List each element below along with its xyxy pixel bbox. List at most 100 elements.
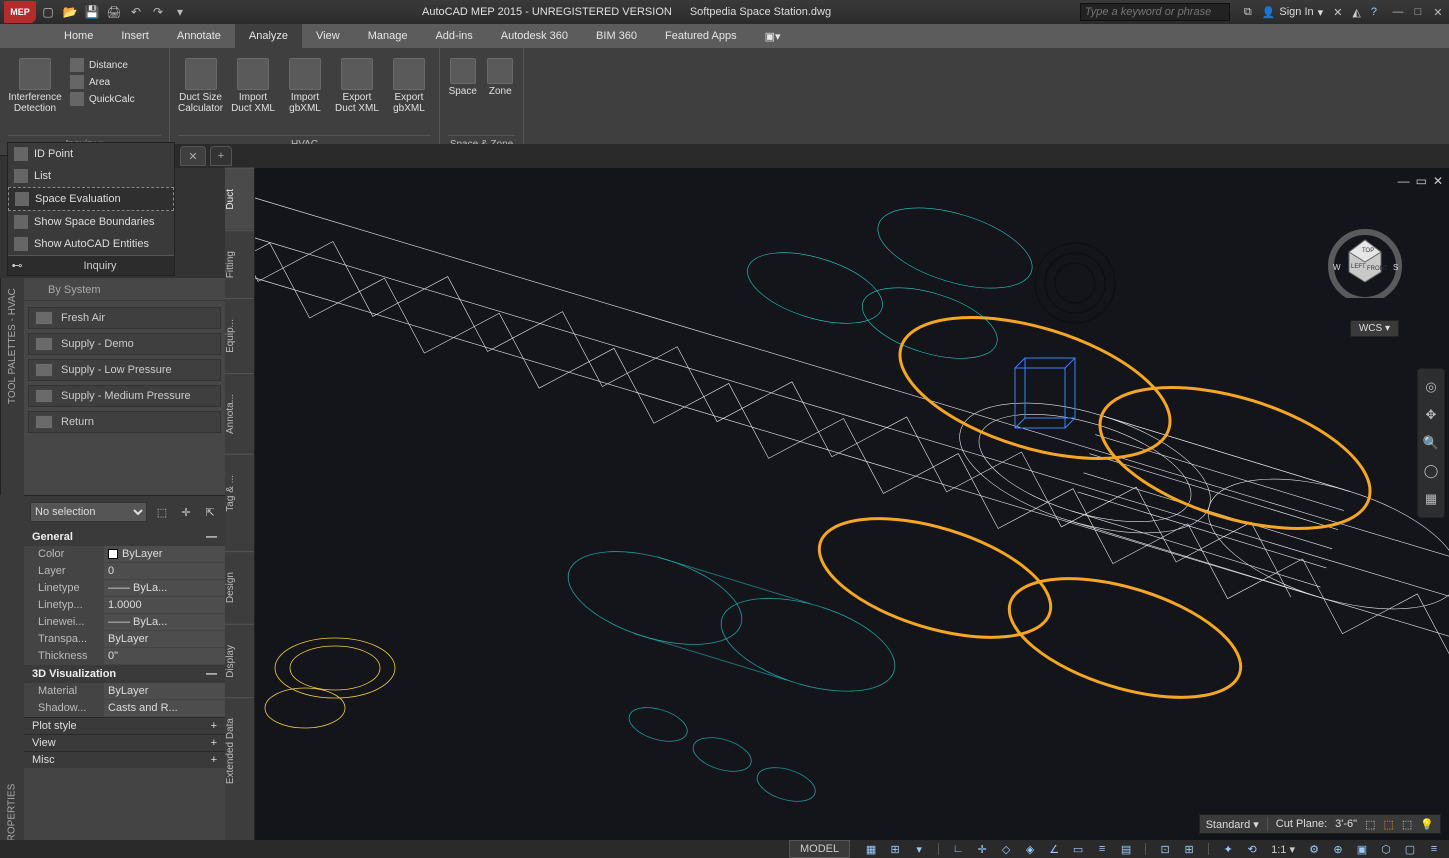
print-icon[interactable]: 🖨 <box>106 4 122 20</box>
prop-linetype-value[interactable]: —— ByLa... <box>104 580 225 597</box>
ptab-design[interactable]: Design <box>225 551 254 623</box>
distance-button[interactable]: Distance <box>70 58 135 72</box>
ptab-duct[interactable]: Duct <box>225 168 254 230</box>
pan-icon[interactable]: ✥ <box>1421 405 1441 425</box>
tp-return[interactable]: Return <box>28 411 221 433</box>
zone-button[interactable]: Zone <box>486 52 516 133</box>
inquiry-id-point[interactable]: ID Point <box>8 143 174 165</box>
anno-vis-toggle[interactable]: ✦ <box>1219 842 1237 856</box>
ortho-toggle[interactable]: ∟ <box>949 842 967 856</box>
import-gbxml-button[interactable]: Import gbXML <box>283 52 327 133</box>
anno-btn-3[interactable]: ⬚ <box>1402 818 1412 831</box>
snap-toggle[interactable]: ⊞ <box>886 842 904 856</box>
more-toggle[interactable]: ▾ <box>910 842 928 856</box>
duct-size-calculator-button[interactable]: Duct Size Calculator <box>178 52 223 133</box>
interference-detection-button[interactable]: Interference Detection <box>8 52 62 133</box>
tp-supply-med[interactable]: Supply - Medium Pressure <box>28 385 221 407</box>
osnap-toggle[interactable]: ◇ <box>997 842 1015 856</box>
export-gbxml-button[interactable]: Export gbXML <box>387 52 431 133</box>
anno-standard-dropdown[interactable]: Standard ▾ <box>1206 818 1259 831</box>
wcs-dropdown[interactable]: WCS ▾ <box>1350 320 1399 337</box>
inquiry-panel-footer[interactable]: ⊷Inquiry <box>8 255 174 275</box>
anno-btn-2[interactable]: ⬚ <box>1383 818 1393 831</box>
scale-dropdown[interactable]: 1:1 ▾ <box>1267 843 1299 856</box>
ptab-fitting[interactable]: Fitting <box>225 230 254 298</box>
area-button[interactable]: Area <box>70 75 135 89</box>
otrack-toggle[interactable]: ∠ <box>1045 842 1063 856</box>
tool-palette-group[interactable]: By System <box>24 278 225 301</box>
viewport-close-button[interactable]: ✕ <box>1433 174 1443 188</box>
tab-insert[interactable]: Insert <box>107 24 163 48</box>
ptab-annota[interactable]: Annota... <box>225 373 254 454</box>
close-button[interactable]: ✕ <box>1431 6 1445 19</box>
tab-view[interactable]: View <box>302 24 354 48</box>
ptab-extended[interactable]: Extended Data <box>225 697 254 804</box>
prop-color-value[interactable]: ByLayer <box>104 546 225 563</box>
undo-icon[interactable]: ↶ <box>128 4 144 20</box>
redo-icon[interactable]: ↷ <box>150 4 166 20</box>
maximize-button[interactable]: □ <box>1411 6 1425 19</box>
qp-toggle[interactable]: ⊡ <box>1156 842 1174 856</box>
pin-icon[interactable]: ⊷ <box>8 259 26 272</box>
selection-dropdown[interactable]: No selection <box>30 502 147 522</box>
prop-shadow-value[interactable]: Casts and R... <box>104 700 225 717</box>
custom-toggle[interactable]: ≡ <box>1425 842 1443 856</box>
anno-bulb-icon[interactable]: 💡 <box>1420 818 1434 831</box>
minimize-button[interactable]: — <box>1391 6 1405 19</box>
quickcalc-button[interactable]: QuickCalc <box>70 92 135 106</box>
viewport-minimize-button[interactable]: — <box>1398 174 1410 188</box>
anno-btn-1[interactable]: ⬚ <box>1365 818 1375 831</box>
tab-manage[interactable]: Manage <box>354 24 422 48</box>
inquiry-space-evaluation[interactable]: Space Evaluation <box>8 187 174 211</box>
viewcube[interactable]: WS TOP FRONT LEFT <box>1325 218 1405 298</box>
tab-analyze[interactable]: Analyze <box>235 24 302 48</box>
prop-thickness-value[interactable]: 0" <box>104 648 225 665</box>
save-icon[interactable]: 💾 <box>84 4 100 20</box>
tp-fresh-air[interactable]: Fresh Air <box>28 307 221 329</box>
quickselect-icon[interactable]: ⬚ <box>153 503 171 521</box>
help-search-input[interactable] <box>1080 3 1230 21</box>
export-duct-xml-button[interactable]: Export Duct XML <box>335 52 379 133</box>
annomon-toggle[interactable]: ⊕ <box>1329 842 1347 856</box>
sc-toggle[interactable]: ⊞ <box>1180 842 1198 856</box>
tpy-toggle[interactable]: ▤ <box>1117 842 1135 856</box>
qat-more-icon[interactable]: ▾ <box>172 4 188 20</box>
new-icon[interactable]: ▢ <box>40 4 56 20</box>
polar-toggle[interactable]: ✛ <box>973 842 991 856</box>
properties-stripe[interactable]: PROPERTIES <box>0 495 24 856</box>
open-icon[interactable]: 📂 <box>62 4 78 20</box>
space-button[interactable]: Space <box>448 52 478 133</box>
doc-tab-new[interactable]: + <box>210 146 232 166</box>
tab-annotate[interactable]: Annotate <box>163 24 235 48</box>
app-logo[interactable]: MEP <box>4 1 36 23</box>
showmotion-icon[interactable]: ▦ <box>1421 489 1441 509</box>
prop-ltscale-value[interactable]: 1.0000 <box>104 597 225 614</box>
cat-general[interactable]: General— <box>24 528 225 546</box>
autodesk360-icon[interactable]: ◭ <box>1352 6 1360 19</box>
drawing-viewport[interactable]: — ▭ ✕ <box>255 168 1449 840</box>
grid-toggle[interactable]: ▦ <box>862 842 880 856</box>
inquiry-show-autocad-entities[interactable]: Show AutoCAD Entities <box>8 233 174 255</box>
doc-tab-active[interactable]: ✕ <box>180 146 206 166</box>
ptab-tag[interactable]: Tag & ... <box>225 454 254 532</box>
ptab-equip[interactable]: Equip... <box>225 298 254 373</box>
help-icon[interactable]: ? <box>1371 6 1377 18</box>
iso-toggle[interactable]: ⬡ <box>1377 842 1395 856</box>
orbit-icon[interactable]: ◯ <box>1421 461 1441 481</box>
inquiry-list[interactable]: List <box>8 165 174 187</box>
anno-auto-toggle[interactable]: ⟲ <box>1243 842 1261 856</box>
exchange-icon[interactable]: ✕ <box>1333 6 1342 19</box>
prop-lineweight-value[interactable]: —— ByLa... <box>104 614 225 631</box>
pickadd-icon[interactable]: ✛ <box>177 503 195 521</box>
tab-bim360[interactable]: BIM 360 <box>582 24 651 48</box>
tab-overflow-icon[interactable]: ▣▾ <box>751 24 795 48</box>
viewport-restore-button[interactable]: ▭ <box>1416 174 1427 188</box>
tp-supply-demo[interactable]: Supply - Demo <box>28 333 221 355</box>
sign-in-button[interactable]: 👤Sign In▾ <box>1262 6 1323 19</box>
prop-transparency-value[interactable]: ByLayer <box>104 631 225 648</box>
infocenter-icon[interactable]: ⧉ <box>1244 6 1252 19</box>
dyn-toggle[interactable]: ▭ <box>1069 842 1087 856</box>
cat-3dviz[interactable]: 3D Visualization— <box>24 665 225 683</box>
lwt-toggle[interactable]: ≡ <box>1093 842 1111 856</box>
tp-supply-low[interactable]: Supply - Low Pressure <box>28 359 221 381</box>
